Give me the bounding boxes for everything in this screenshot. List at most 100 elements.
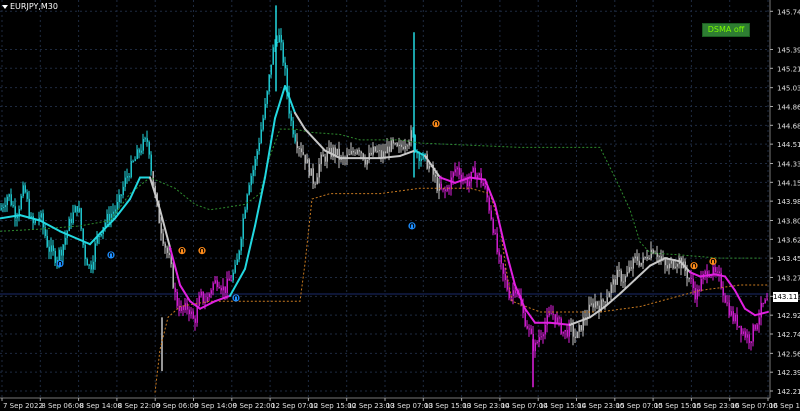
symbol-label[interactable]: EURJPY,M30 (2, 2, 58, 12)
candle-body (126, 176, 128, 178)
ma-segment (59, 230, 81, 241)
price-tick-label: 143.625 (777, 236, 800, 244)
candle-body (560, 318, 562, 334)
candle-body (222, 286, 224, 291)
candle-body (302, 152, 304, 155)
candle-body (564, 330, 566, 332)
candle-body (558, 317, 560, 319)
candle-body (700, 278, 702, 292)
candle-body (250, 175, 252, 186)
candle-body (354, 152, 356, 154)
price-tick-label: 144.685 (777, 122, 800, 130)
candle-body (606, 297, 608, 303)
candle-body (50, 245, 52, 252)
candle-body (450, 177, 452, 190)
price-tick-label: 145.035 (777, 85, 800, 93)
candle-body (324, 156, 326, 162)
candle-body (638, 260, 640, 266)
candle-body (216, 280, 218, 288)
candle-body (384, 151, 386, 154)
candle-body (454, 169, 456, 173)
candle-body (16, 216, 18, 219)
candle-body (744, 331, 746, 338)
candle-body (200, 291, 202, 296)
candle-body (166, 247, 168, 253)
candle-body (726, 302, 728, 304)
price-tick-label: 144.860 (777, 103, 800, 111)
candle-body (248, 185, 250, 195)
price-chart[interactable]: 145.745 145.390 145.215 145.035 144.860 144.6… (0, 0, 800, 411)
ma-segment (304, 128, 316, 141)
candle-body (10, 194, 12, 206)
candle-body (478, 173, 480, 176)
buy-signal-icon (107, 251, 115, 259)
candle-body (352, 150, 354, 153)
candle-body (86, 258, 88, 266)
candle-body (374, 146, 376, 152)
candle-body (418, 153, 420, 162)
candle-body (670, 261, 672, 264)
candle-body (148, 141, 150, 155)
candle-body (748, 334, 750, 343)
candle-body (650, 249, 652, 259)
candle-body (668, 263, 670, 269)
candle-body (310, 168, 312, 176)
chart-menu-icon[interactable] (2, 5, 8, 9)
candle-body (196, 305, 198, 323)
candle-body (202, 291, 204, 302)
ma-segment (619, 278, 636, 295)
candle-body (320, 154, 322, 165)
candle-body (690, 278, 692, 280)
candle-body (526, 326, 528, 329)
candle-body (174, 287, 176, 293)
candle-body (566, 330, 568, 337)
candle-body (266, 91, 268, 104)
candle-body (594, 301, 596, 308)
candle-body (218, 287, 220, 289)
candle-body (136, 149, 138, 159)
candle-body (364, 159, 366, 165)
candle-body (264, 103, 266, 119)
candle-body (76, 206, 78, 212)
candle-body (754, 324, 756, 330)
chart-window[interactable]: 145.745 145.390 145.215 145.035 144.860 144.6… (0, 0, 800, 411)
candle-body (514, 290, 516, 294)
price-tick-label: 143.800 (777, 218, 800, 226)
candle-body (502, 263, 504, 274)
symbol-text: EURJPY,M30 (10, 2, 58, 11)
candle-body (740, 325, 742, 335)
price-tick-label: 142.920 (777, 312, 800, 320)
candle-body (110, 213, 112, 222)
candle-body (628, 267, 630, 273)
candle-body (540, 336, 542, 338)
candle-body (472, 167, 474, 172)
candle-body (618, 269, 620, 271)
candle-body (26, 192, 28, 199)
candle-body (8, 194, 10, 197)
candle-body (504, 273, 506, 281)
candle-body (688, 278, 690, 280)
candle-body (186, 303, 188, 310)
candle-body (724, 295, 726, 303)
candle-body (116, 202, 118, 210)
candle-body (130, 161, 132, 178)
candle-body (184, 303, 186, 310)
candle-body (718, 271, 720, 274)
candle-body (746, 334, 748, 338)
candle-body (716, 271, 718, 273)
candle-body (762, 302, 764, 304)
candle-body (336, 148, 338, 156)
candle-body (188, 309, 190, 315)
candle-body (624, 276, 626, 282)
candle-body (312, 168, 314, 184)
candle-body (24, 185, 26, 193)
candle-body (226, 278, 228, 293)
candle-body (544, 324, 546, 335)
candle-body (2, 207, 4, 209)
candle-body (614, 279, 616, 285)
dsma-toggle-button[interactable]: DSMA off (702, 23, 750, 37)
candle-body (42, 213, 44, 228)
candle-body (642, 257, 644, 263)
candle-body (164, 243, 166, 248)
time-tick-label: 8 Sep 14:00 (80, 402, 122, 410)
